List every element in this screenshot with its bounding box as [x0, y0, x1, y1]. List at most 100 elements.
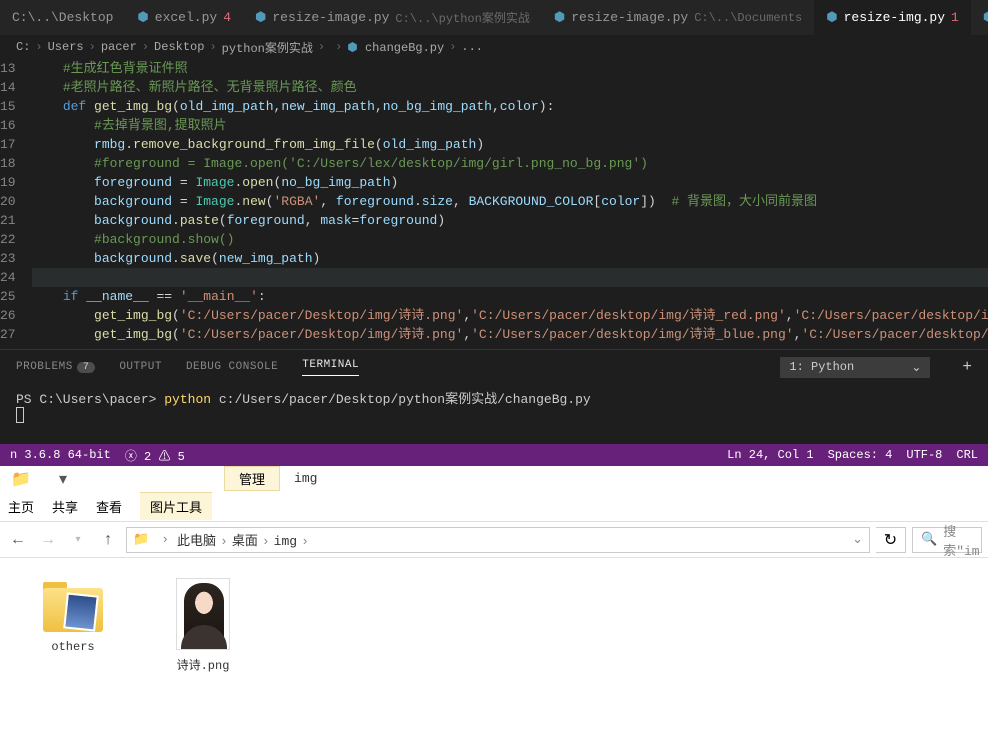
tab-debug-console[interactable]: DEBUG CONSOLE — [186, 361, 278, 373]
chevron-down-icon: ⌄ — [911, 360, 921, 375]
terminal-prompt: PS C:\Users\pacer> — [16, 392, 164, 407]
python-file-icon: ⬢ — [983, 10, 988, 25]
explorer-content[interactable]: others 诗诗.png — [0, 558, 988, 746]
breadcrumb-segment[interactable]: ... — [461, 40, 483, 54]
tab-label: C:\..\Desktop — [12, 10, 113, 25]
nav-recent-icon[interactable]: ▾ — [66, 528, 90, 552]
tab-problems[interactable]: PROBLEMS7 — [16, 361, 95, 373]
breadcrumb-segment[interactable]: Desktop — [154, 40, 204, 54]
folder-item[interactable]: others — [30, 578, 116, 726]
indentation[interactable]: Spaces: 4 — [828, 448, 893, 462]
terminal-selector[interactable]: 1: Python⌄ — [780, 357, 930, 378]
address-segment[interactable]: img — [274, 534, 297, 549]
folder-icon — [41, 578, 105, 634]
code-line[interactable]: #老照片路径、新照片路径、无背景照片路径、颜色 — [32, 78, 988, 97]
contextual-tab-manage[interactable]: 管理 — [224, 466, 280, 491]
code-line[interactable] — [32, 268, 988, 287]
code-line[interactable]: foreground = Image.open(no_bg_img_path) — [32, 173, 988, 192]
encoding[interactable]: UTF-8 — [906, 448, 942, 462]
breadcrumb-segment[interactable]: ⬢ changeBg.py — [347, 40, 444, 55]
code-line[interactable]: if __name__ == '__main__': — [32, 287, 988, 306]
code-line[interactable]: get_img_bg('C:/Users/pacer/Desktop/img/诗… — [32, 306, 988, 325]
address-segment[interactable]: 此电脑 — [177, 534, 216, 549]
folder-icon[interactable]: 📁 — [0, 469, 42, 489]
breadcrumb-segment[interactable]: python案例实战 — [222, 39, 313, 56]
explorer-navbar: ← → ▾ ↑ 📁 › 此电脑›桌面›img› ⌄ ↻ 🔍 搜索"im — [0, 522, 988, 558]
refresh-button[interactable]: ↻ — [876, 527, 906, 553]
search-placeholder: 搜索"im — [943, 521, 979, 559]
ribbon-share[interactable]: 共享 — [52, 497, 78, 516]
error-icon: ⓧ — [125, 450, 144, 464]
breadcrumb-segment[interactable]: C: — [16, 40, 30, 54]
code-line[interactable]: #去掉背景图,提取照片 — [32, 116, 988, 135]
code-line[interactable]: rmbg.remove_background_from_img_file(old… — [32, 135, 988, 154]
ribbon-view[interactable]: 查看 — [96, 497, 122, 516]
code-area[interactable]: #生成红色背景证件照 #老照片路径、新照片路径、无背景照片路径、颜色 def g… — [32, 59, 988, 349]
qat-dropdown-icon[interactable]: ▾ — [42, 469, 84, 489]
address-bar[interactable]: 📁 › 此电脑›桌面›img› ⌄ — [126, 527, 870, 553]
folder-icon: 📁 — [133, 532, 149, 547]
chevron-right-icon: › — [220, 534, 228, 549]
terminal-cursor — [16, 407, 24, 423]
python-file-icon: ⬢ — [255, 10, 266, 25]
explorer-titlebar: 📁 ▾ 管理 img 主页 共享 查看 图片工具 — [0, 466, 988, 522]
code-line[interactable]: #生成红色背景证件照 — [32, 59, 988, 78]
editor-tab[interactable]: ⬢resize-img.py1 — [814, 0, 971, 35]
code-line[interactable]: #background.show() — [32, 230, 988, 249]
terminal-panel[interactable]: PS C:\Users\pacer> python c:/Users/pacer… — [0, 384, 988, 444]
terminal-args: c:/Users/pacer/Desktop/python案例实战/change… — [211, 392, 591, 407]
breadcrumb-segment[interactable]: Users — [48, 40, 84, 54]
eol[interactable]: CRL — [956, 448, 978, 462]
image-thumbnail — [176, 578, 230, 650]
code-line[interactable]: #foreground = Image.open('C:/Users/lex/d… — [32, 154, 988, 173]
tab-badge: 4 — [223, 10, 231, 25]
cursor-position[interactable]: Ln 24, Col 1 — [727, 448, 813, 462]
image-item[interactable]: 诗诗.png — [160, 578, 246, 726]
status-errors[interactable]: ⓧ 2 ⚠ 5 — [125, 447, 185, 464]
tab-output[interactable]: OUTPUT — [119, 361, 162, 373]
problems-count: 7 — [77, 362, 96, 373]
chevron-right-icon: › — [262, 534, 270, 549]
code-line[interactable]: background.paste(foreground, mask=foregr… — [32, 211, 988, 230]
code-line[interactable]: get_img_bg('C:/Users/pacer/Desktop/img/诗… — [32, 325, 988, 344]
file-name: 诗诗.png — [177, 656, 230, 673]
editor-tab[interactable]: ⬢changeBg.p — [971, 0, 988, 35]
nav-forward-button[interactable]: → — [36, 528, 60, 552]
search-icon: 🔍 — [921, 532, 937, 547]
tab-label: resize-img.py — [844, 10, 945, 25]
code-line[interactable]: def get_img_bg(old_img_path,new_img_path… — [32, 97, 988, 116]
code-editor[interactable]: 131415161718192021222324252627 #生成红色背景证件… — [0, 59, 988, 349]
breadcrumb-segment[interactable]: pacer — [101, 40, 137, 54]
ribbon-picture-tools[interactable]: 图片工具 — [140, 492, 212, 520]
terminal-add-button[interactable]: + — [962, 358, 972, 376]
file-explorer: 📁 ▾ 管理 img 主页 共享 查看 图片工具 ← → ▾ ↑ 📁 › 此电脑… — [0, 466, 988, 746]
editor-tab[interactable]: ⬢excel.py4 — [125, 0, 243, 35]
address-dropdown-icon[interactable]: ⌄ — [852, 532, 863, 547]
code-line[interactable]: background = Image.new('RGBA', foregroun… — [32, 192, 988, 211]
terminal-command: python — [164, 392, 211, 407]
python-version[interactable]: n 3.6.8 64-bit — [10, 448, 111, 462]
tab-badge: 1 — [951, 10, 959, 25]
tab-terminal[interactable]: TERMINAL — [302, 359, 359, 376]
line-gutter: 131415161718192021222324252627 — [0, 59, 32, 349]
editor-tab[interactable]: ⬢ resize-image.py C:\..\python案例实战 — [243, 0, 542, 35]
window-title: img — [280, 469, 331, 488]
tab-label: resize-image.py — [272, 10, 389, 25]
code-line[interactable]: background.save(new_img_path) — [32, 249, 988, 268]
tab-path: C:\..\python案例实战 — [395, 9, 529, 26]
address-segment[interactable]: 桌面 — [232, 534, 258, 549]
nav-back-button[interactable]: ← — [6, 528, 30, 552]
python-file-icon: ⬢ — [137, 10, 148, 25]
panel-tabs: PROBLEMS7 OUTPUT DEBUG CONSOLE TERMINAL … — [0, 349, 988, 384]
explorer-search[interactable]: 🔍 搜索"im — [912, 527, 982, 553]
ribbon-home[interactable]: 主页 — [8, 497, 34, 516]
warning-icon: ⚠ — [158, 450, 177, 464]
status-bar: n 3.6.8 64-bit ⓧ 2 ⚠ 5 Ln 24, Col 1 Spac… — [0, 444, 988, 466]
nav-up-button[interactable]: ↑ — [96, 528, 120, 552]
editor-tab[interactable]: ⬢resize-image.pyC:\..\Documents — [542, 0, 814, 35]
editor-tab[interactable]: C:\..\Desktop — [0, 0, 125, 35]
python-file-icon: ⬢ — [554, 10, 565, 25]
editor-tabs: C:\..\Desktop⬢excel.py4⬢resize-image.pyC… — [0, 0, 988, 35]
chevron-right-icon: › — [161, 532, 169, 547]
breadcrumb[interactable]: C:›Users›pacer›Desktop›python案例实战››⬢ cha… — [0, 35, 988, 59]
